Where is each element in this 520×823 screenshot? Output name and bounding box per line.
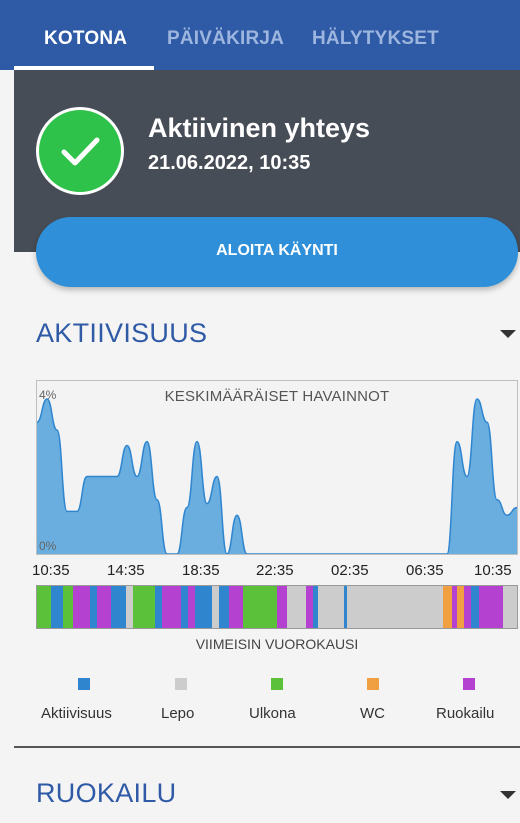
tab-kotona[interactable]: KOTONA: [44, 28, 127, 50]
tab-halytykset[interactable]: HÄLYTYKSET: [312, 28, 439, 50]
x-tick-label: 14:35: [107, 562, 145, 579]
timeline-segment: [212, 586, 220, 628]
meals-section-title: RUOKAILU: [36, 778, 177, 808]
legend-swatch-wc: [367, 678, 379, 690]
timeline-segment: [478, 586, 503, 628]
timeline-segment: [111, 586, 126, 628]
legend-swatch-aktiivisuus: [78, 678, 90, 690]
legend-label-lepo: Lepo: [161, 705, 195, 722]
legend-label-wc: WC: [360, 705, 385, 722]
timeline-segment: [464, 586, 472, 628]
activity-area-plot: [37, 398, 517, 554]
start-visit-button[interactable]: ALOITA KÄYNTI: [36, 217, 518, 287]
section-divider: [14, 746, 520, 748]
timeline-segment: [442, 586, 453, 628]
connection-timestamp: 21.06.2022, 10:35: [148, 152, 311, 174]
activity-collapse-caret-icon[interactable]: [500, 330, 516, 338]
x-tick-label: 10:35: [474, 562, 512, 579]
timeline-segment: [161, 586, 181, 628]
timeline-segment: [97, 586, 112, 628]
connection-status-title: Aktiivinen yhteys: [148, 113, 371, 143]
meals-collapse-caret-icon[interactable]: [500, 791, 516, 799]
legend-label-ruokailu: Ruokailu: [436, 705, 495, 722]
timeline-segment: [346, 586, 443, 628]
legend-swatch-ulkona: [271, 678, 283, 690]
timeline-segment: [502, 586, 517, 628]
timeline-segment: [286, 586, 306, 628]
x-tick-label: 22:35: [256, 562, 294, 579]
legend-swatch-ruokailu: [463, 678, 475, 690]
check-icon: [36, 107, 124, 195]
timeline-segment: [51, 586, 64, 628]
chart-title: KESKIMÄÄRÄISET HAVAINNOT: [164, 388, 390, 405]
timeline-segment: [89, 586, 97, 628]
legend-label-aktiivisuus: Aktiivisuus: [41, 705, 112, 722]
timeline-segment: [195, 586, 213, 628]
timeline-segment: [181, 586, 189, 628]
timeline-segment: [229, 586, 244, 628]
x-tick-label: 18:35: [182, 562, 220, 579]
timeline-segment: [154, 586, 162, 628]
activity-section-title: AKTIIVISUUS: [36, 318, 208, 348]
x-tick-label: 06:35: [406, 562, 444, 579]
timeline-segment: [219, 586, 229, 628]
legend-swatch-lepo: [175, 678, 187, 690]
timeline-segment: [37, 586, 52, 628]
timeline-segment: [125, 586, 133, 628]
timeline-segment: [243, 586, 277, 628]
timeline-segment: [457, 586, 465, 628]
timeline-segment: [305, 586, 313, 628]
x-tick-label: 10:35: [32, 562, 70, 579]
timeline-segment: [133, 586, 155, 628]
timeline-segment: [63, 586, 73, 628]
daily-timeline: [36, 585, 518, 629]
timeline-segment: [471, 586, 479, 628]
timeline-segment: [317, 586, 345, 628]
tab-bar: KOTONA PÄIVÄKIRJA HÄLYTYKSET: [0, 0, 520, 70]
y-tick-min: 0%: [39, 539, 57, 553]
timeline-segment: [277, 586, 287, 628]
timeline-segment: [73, 586, 90, 628]
x-tick-label: 02:35: [331, 562, 369, 579]
timeline-segment: [188, 586, 196, 628]
activity-chart: [36, 380, 518, 555]
y-tick-max: 4%: [39, 388, 57, 402]
tab-paivakirja[interactable]: PÄIVÄKIRJA: [167, 28, 284, 50]
timeline-caption: VIIMEISIN VUOROKAUSI: [195, 636, 359, 652]
legend-label-ulkona: Ulkona: [249, 705, 296, 722]
start-visit-label: ALOITA KÄYNTI: [216, 242, 338, 259]
